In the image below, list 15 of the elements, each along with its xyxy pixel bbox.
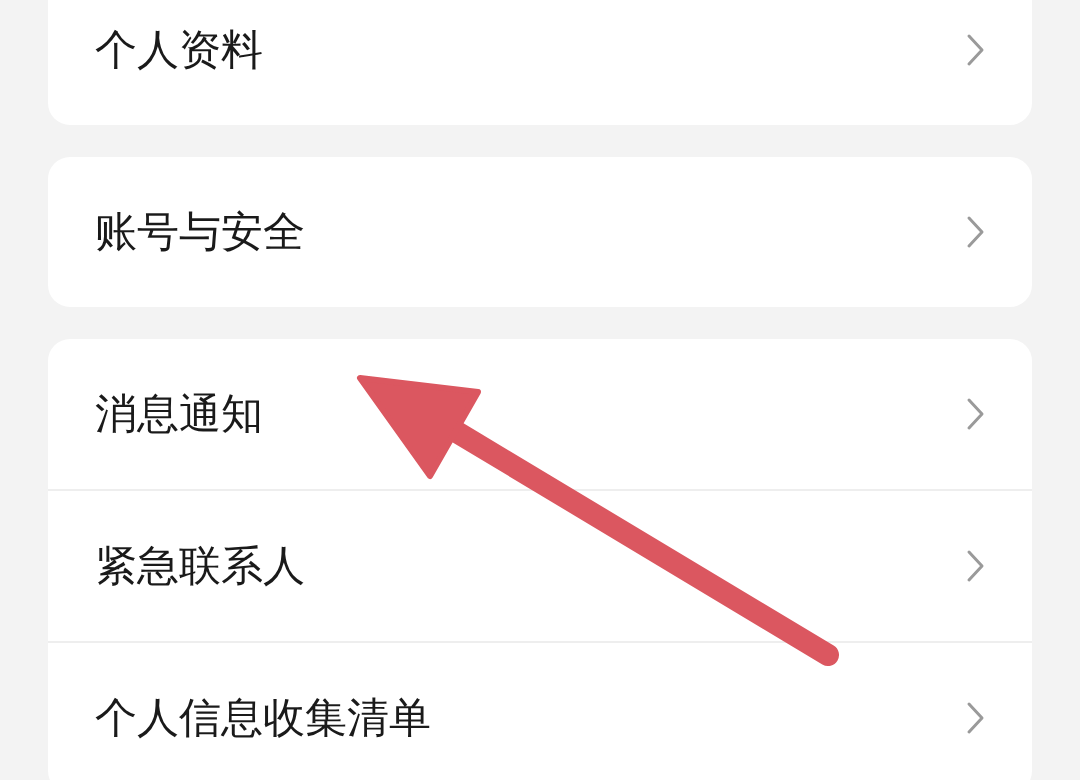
item-label: 消息通知: [95, 388, 263, 440]
item-label: 紧急联系人: [95, 540, 305, 592]
item-label: 个人资料: [95, 24, 263, 76]
chevron-icon: [966, 33, 986, 67]
chevron-icon: [966, 549, 986, 583]
settings-item[interactable]: 个人信息收集清单: [48, 641, 1032, 780]
item-label: 账号与安全: [95, 206, 305, 258]
chevron-icon: [966, 701, 986, 735]
settings-item[interactable]: 紧急联系人: [48, 489, 1032, 641]
chevron-icon: [966, 397, 986, 431]
chevron-icon: [966, 215, 986, 249]
settings-item[interactable]: 个人资料: [48, 0, 1032, 125]
settings-item[interactable]: 账号与安全: [48, 157, 1032, 307]
settings-item[interactable]: 消息通知: [48, 339, 1032, 489]
item-label: 个人信息收集清单: [95, 692, 431, 744]
